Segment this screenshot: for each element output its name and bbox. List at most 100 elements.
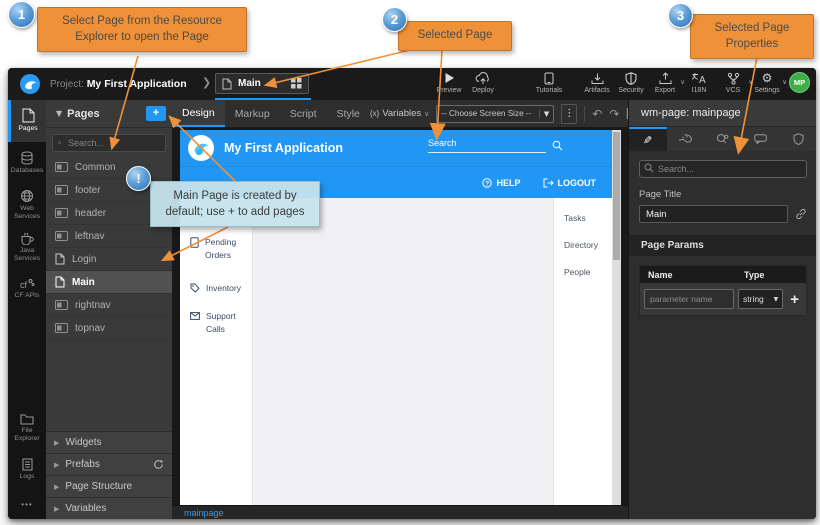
rail-item-more[interactable]: ••• — [8, 491, 46, 519]
artifacts-button[interactable]: Artifacts — [580, 71, 614, 94]
partial-icon — [55, 300, 68, 310]
pages-panel: ▼ Pages + Common footer header leftnav L… — [46, 100, 172, 519]
list-item-tasks[interactable]: Tasks — [564, 213, 586, 223]
deploy-button[interactable]: Deploy — [466, 71, 500, 94]
tab-advanced[interactable] — [704, 127, 742, 151]
section-widgets[interactable]: ▶ Widgets — [46, 431, 172, 453]
logout-link[interactable]: LOGOUT — [543, 178, 597, 188]
page-item-topnav[interactable]: topnav — [46, 317, 172, 340]
security-button[interactable]: Security — [614, 71, 648, 94]
tab-style[interactable]: Style — [327, 100, 370, 127]
rail-item-cf-apis[interactable]: cf CF APIs — [8, 268, 46, 310]
page-item-main[interactable]: Main — [46, 271, 172, 294]
param-name-input[interactable] — [644, 289, 734, 309]
caret-right-icon: ▶ — [54, 439, 59, 447]
rail-item-pages[interactable]: Pages — [8, 100, 46, 142]
tab-events[interactable] — [742, 127, 780, 151]
list-item-people[interactable]: People — [564, 267, 590, 277]
callout-text: Selected Page — [418, 29, 493, 41]
chevron-right-icon: ❯ — [202, 76, 211, 89]
pages-panel-title: Pages — [67, 108, 146, 120]
canvas-scrollbar[interactable] — [612, 130, 621, 505]
properties-search[interactable] — [639, 159, 807, 177]
page-params-table: Name Type string ▼ + — [639, 265, 807, 316]
page-item-label: leftnav — [75, 231, 104, 242]
kebab-menu[interactable]: ⋮ — [561, 104, 577, 124]
section-page-structure[interactable]: ▶ Page Structure — [46, 475, 172, 497]
preview-button[interactable]: Preview — [432, 71, 466, 94]
param-type-select[interactable]: string ▼ — [738, 289, 783, 309]
callout-step2: Selected Page — [398, 21, 512, 51]
refresh-icon[interactable] — [153, 459, 164, 470]
tab-label: Style — [337, 108, 360, 120]
rail-item-file-explorer[interactable]: File Explorer — [8, 407, 46, 449]
rail-label: Logs — [20, 473, 35, 481]
help-icon: ? — [482, 178, 492, 188]
add-page-button[interactable]: + — [146, 106, 166, 121]
variables-label: Variables — [382, 108, 421, 119]
page-icon — [55, 253, 65, 265]
rail-label: Web Services — [9, 205, 45, 221]
pages-search-input[interactable] — [66, 137, 160, 149]
tab-properties[interactable]: ✎ — [629, 127, 667, 151]
topbar-center-actions: Preview Deploy Tutorials — [432, 71, 566, 94]
nav-label: Pending Orders — [205, 236, 246, 262]
canvas-search-field[interactable]: Search — [428, 138, 546, 153]
page-item-login[interactable]: Login — [46, 248, 172, 271]
grid-icon[interactable] — [291, 78, 302, 89]
project-name: Project: My First Application — [50, 78, 187, 90]
export-button[interactable]: Export ∨ — [648, 71, 682, 94]
tab-script[interactable]: Script — [280, 100, 327, 127]
nav-item-support-calls[interactable]: Support Calls — [190, 310, 246, 336]
tab-design[interactable]: Design — [172, 100, 225, 127]
tutorials-button[interactable]: Tutorials — [532, 71, 566, 94]
variables-menu[interactable]: {x} Variables ∨ — [370, 108, 429, 119]
rail-item-databases[interactable]: Databases — [8, 142, 46, 184]
section-label: Widgets — [65, 437, 101, 448]
rail-item-logs[interactable]: Logs — [8, 449, 46, 491]
callout-text: Selected Page Properties — [715, 22, 790, 50]
undo-button[interactable]: ↶ — [592, 108, 602, 120]
scrollbar-thumb[interactable] — [613, 132, 620, 260]
properties-search-input[interactable] — [639, 160, 807, 178]
security-label: Security — [618, 87, 643, 94]
canvas-app-header: My First Application Search — [180, 130, 612, 166]
add-param-button[interactable]: + — [787, 292, 802, 307]
page-item-label: header — [75, 208, 106, 219]
rail-item-java-services[interactable]: Java Services — [8, 226, 46, 268]
list-item-directory[interactable]: Directory — [564, 240, 598, 250]
shield-outline-icon — [793, 133, 804, 145]
rail-label: File Explorer — [9, 427, 45, 443]
page-item-rightnav[interactable]: rightnav — [46, 294, 172, 317]
logout-icon — [543, 178, 554, 188]
section-prefabs[interactable]: ▶ Prefabs — [46, 453, 172, 475]
nav-item-pending-orders[interactable]: Pending Orders — [190, 236, 246, 262]
page-item-common[interactable]: Common — [46, 156, 172, 179]
page-item-leftnav[interactable]: leftnav — [46, 225, 172, 248]
redo-button[interactable]: ↷ — [609, 108, 619, 120]
user-avatar[interactable]: MP — [789, 72, 810, 93]
search-icon[interactable] — [552, 140, 563, 151]
link-icon[interactable] — [795, 208, 807, 220]
vcs-button[interactable]: VCS ∨ — [716, 71, 750, 94]
i18n-label: I18N — [692, 87, 707, 94]
rail-item-web-services[interactable]: Web Services — [8, 184, 46, 226]
active-page-status[interactable]: mainpage — [184, 508, 224, 518]
settings-button[interactable]: ⚙ Settings ∨ — [750, 71, 784, 94]
help-link[interactable]: ? HELP — [482, 178, 520, 188]
chevron-down-icon[interactable]: ∨ — [782, 78, 787, 86]
screen-size-select[interactable]: -- Choose Screen Size -- ▼ — [436, 105, 554, 123]
pages-search[interactable] — [52, 134, 166, 152]
logout-label: LOGOUT — [558, 178, 597, 188]
pages-panel-header[interactable]: ▼ Pages + — [46, 100, 172, 128]
page-title-input[interactable] — [639, 205, 788, 223]
section-variables[interactable]: ▶ Variables — [46, 497, 172, 519]
nav-item-inventory[interactable]: Inventory — [190, 282, 246, 295]
i18n-button[interactable]: A I18N — [682, 71, 716, 94]
canvas-page-body: Pending Orders Inventory Support Calls T… — [180, 198, 612, 505]
open-page-tab[interactable]: Main — [215, 73, 309, 94]
database-icon — [20, 151, 34, 165]
tab-styles[interactable] — [667, 127, 705, 151]
tab-security[interactable] — [779, 127, 816, 151]
tab-markup[interactable]: Markup — [225, 100, 280, 127]
